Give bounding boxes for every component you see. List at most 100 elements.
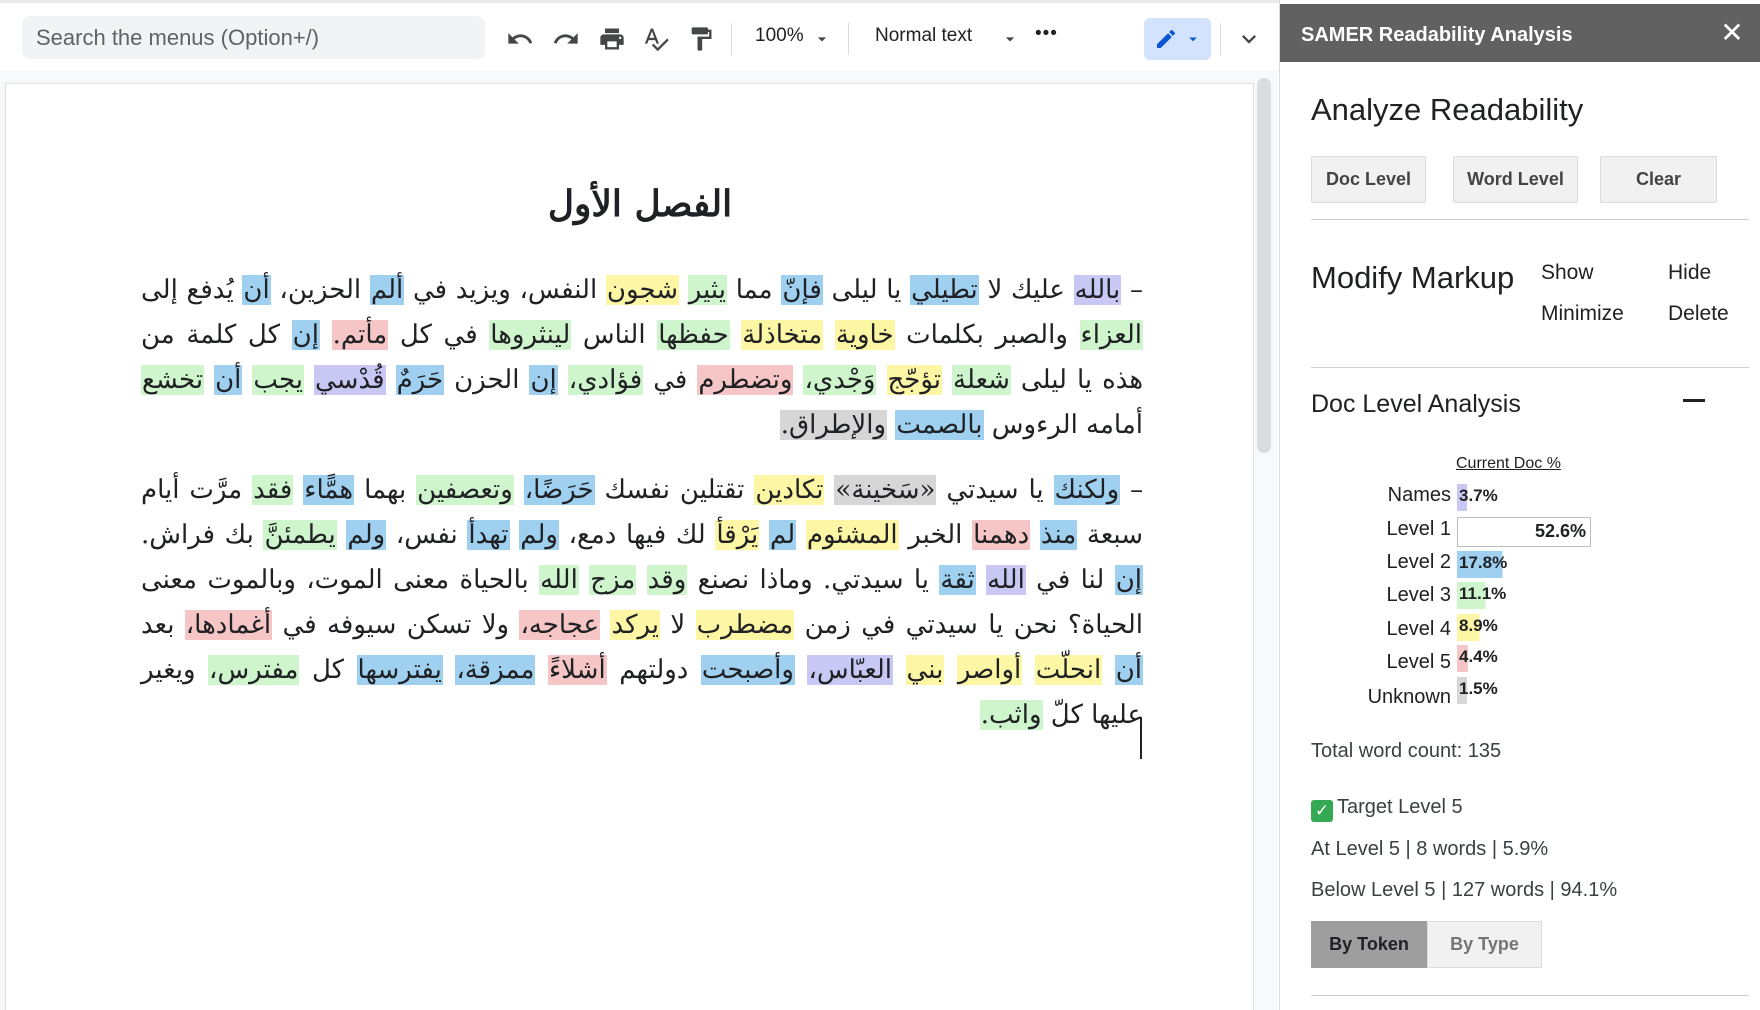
- highlighted-word-l2[interactable]: أن: [214, 365, 243, 395]
- redo-button[interactable]: [548, 21, 584, 57]
- highlighted-word-l3[interactable]: وَجْدي،: [803, 365, 877, 395]
- highlighted-word-l2[interactable]: منذ: [1039, 520, 1078, 550]
- highlighted-word-l5[interactable]: وتضطرم: [697, 365, 794, 395]
- highlighted-word-l3[interactable]: يجب: [252, 365, 304, 395]
- text-run: [730, 320, 742, 350]
- search-menus-input[interactable]: Search the menus (Option+/): [22, 16, 485, 59]
- highlighted-word-l3[interactable]: واثب.: [979, 700, 1043, 730]
- highlighted-word-l2[interactable]: أن: [1114, 655, 1144, 685]
- highlighted-word-l2[interactable]: حَرَمٌ: [395, 365, 445, 395]
- highlighted-word-names[interactable]: العبّاس،: [807, 655, 894, 685]
- highlighted-word-l2[interactable]: حَرَضًا،: [523, 475, 595, 505]
- document-paragraph[interactable]: – بالله عليك لا تطيلي يا ليلى فإنّ مما ي…: [141, 268, 1143, 448]
- highlighted-word-l3[interactable]: العزاء: [1079, 320, 1143, 350]
- highlighted-word-l3[interactable]: وتعصفين: [416, 475, 514, 505]
- highlighted-word-l2[interactable]: إن: [1114, 565, 1144, 595]
- highlighted-word-l2[interactable]: ألم: [369, 275, 405, 305]
- text-run: الخبر: [898, 520, 973, 550]
- highlighted-word-l5[interactable]: مأتم.: [331, 320, 389, 350]
- document-scrollbar[interactable]: [1257, 78, 1271, 453]
- hide-markup-link[interactable]: Hide: [1668, 261, 1711, 285]
- highlighted-word-l2[interactable]: بالصمت: [895, 410, 984, 440]
- text-run: [679, 275, 688, 305]
- zoom-select[interactable]: 100%: [755, 25, 804, 47]
- highlighted-word-l4[interactable]: بني: [905, 655, 945, 685]
- highlighted-word-l2[interactable]: تهدأ: [467, 520, 510, 550]
- highlighted-word-l3[interactable]: تخشع: [141, 365, 205, 395]
- highlighted-word-l4[interactable]: تؤجّج: [886, 365, 943, 395]
- highlighted-word-names[interactable]: بالله: [1073, 275, 1122, 305]
- highlighted-word-l4[interactable]: انحلّت: [1034, 655, 1103, 685]
- highlighted-word-l3[interactable]: لينثروها: [489, 320, 572, 350]
- style-dropdown[interactable]: [998, 21, 1022, 57]
- highlighted-word-l2[interactable]: ثقة: [939, 565, 976, 595]
- highlighted-word-l3[interactable]: وقد: [646, 565, 688, 595]
- highlighted-word-names[interactable]: الله: [986, 565, 1026, 595]
- highlighted-word-l3[interactable]: شعلة: [952, 365, 1011, 395]
- highlighted-word-l4[interactable]: شجون: [605, 275, 680, 305]
- highlighted-word-l4[interactable]: أواصر: [956, 655, 1023, 685]
- section-divider: [1311, 995, 1749, 996]
- show-markup-link[interactable]: Show: [1541, 261, 1594, 285]
- undo-button[interactable]: [502, 21, 538, 57]
- highlighted-word-l4[interactable]: المشئوم: [805, 520, 899, 550]
- delete-markup-link[interactable]: Delete: [1668, 302, 1729, 326]
- highlighted-word-l3[interactable]: فقد: [252, 475, 294, 505]
- highlighted-word-l2[interactable]: تطيلي: [910, 275, 979, 305]
- highlighted-word-l2[interactable]: إن: [529, 365, 558, 395]
- zoom-dropdown[interactable]: [810, 21, 834, 57]
- close-icon[interactable]: ✕: [1717, 18, 1747, 48]
- highlighted-word-l3[interactable]: مزج: [589, 565, 637, 595]
- highlighted-word-names[interactable]: قُدْسي: [314, 365, 386, 395]
- highlighted-word-l4[interactable]: يَرْقأ: [715, 520, 760, 550]
- highlighted-word-l5[interactable]: دهمنا: [972, 520, 1031, 550]
- collapse-menus-button[interactable]: [1231, 21, 1267, 57]
- highlighted-word-l3[interactable]: الله: [539, 565, 579, 595]
- spellcheck-button[interactable]: [638, 21, 674, 57]
- highlighted-word-l5[interactable]: عجاجه،: [519, 610, 601, 640]
- highlighted-word-l3[interactable]: يطمئنَّ: [263, 520, 337, 550]
- highlighted-word-l2[interactable]: فإنّ: [781, 275, 823, 305]
- highlighted-word-l2[interactable]: إن: [291, 320, 320, 350]
- highlighted-word-l2[interactable]: أن: [242, 275, 271, 305]
- document-paragraph[interactable]: – ولكنك يا سيدتي «سَخينة» تكادين تقتلين …: [141, 468, 1143, 738]
- text-run: بعد: [141, 610, 185, 640]
- highlighted-word-l3[interactable]: يثير: [687, 275, 728, 305]
- more-options-button[interactable]: •••: [1035, 23, 1058, 45]
- paint-format-button[interactable]: [683, 21, 719, 57]
- by-token-tab[interactable]: By Token: [1311, 921, 1427, 968]
- highlighted-word-l2[interactable]: ممزقة،: [455, 655, 536, 685]
- clear-button[interactable]: Clear: [1600, 156, 1717, 203]
- highlighted-word-l2[interactable]: يفترسها: [356, 655, 443, 685]
- highlighted-word-l2[interactable]: لم: [768, 520, 797, 550]
- highlighted-word-l4[interactable]: يركد: [610, 610, 661, 640]
- highlighted-word-l4[interactable]: متخاذلة: [741, 320, 824, 350]
- print-button[interactable]: [594, 21, 630, 57]
- document-heading[interactable]: الفصل الأول: [140, 183, 1140, 225]
- highlighted-word-l4[interactable]: تكادين: [754, 475, 825, 505]
- highlighted-word-l2[interactable]: ولكنك: [1053, 475, 1121, 505]
- highlighted-word-l3[interactable]: حفظها: [657, 320, 730, 350]
- doc-level-button[interactable]: Doc Level: [1311, 156, 1426, 203]
- collapse-icon[interactable]: [1683, 399, 1705, 402]
- highlighted-word-l2[interactable]: همًّاء: [303, 475, 355, 505]
- highlighted-word-l2[interactable]: ولم: [519, 520, 559, 550]
- level-1-bar: 52.6%: [1457, 517, 1591, 547]
- editing-mode-button[interactable]: [1144, 18, 1211, 60]
- minimize-markup-link[interactable]: Minimize: [1541, 302, 1624, 326]
- paragraph-style-select[interactable]: Normal text: [875, 25, 972, 47]
- highlighted-word-l2[interactable]: ولم: [346, 520, 387, 550]
- by-type-tab[interactable]: By Type: [1427, 921, 1542, 968]
- highlighted-word-l3[interactable]: فؤادي،: [567, 365, 644, 395]
- chevron-down-icon: [817, 37, 827, 42]
- highlighted-word-unk[interactable]: والإطراق.: [779, 410, 888, 440]
- highlighted-word-l2[interactable]: وأصبحت: [700, 655, 795, 685]
- word-level-button[interactable]: Word Level: [1453, 156, 1578, 203]
- highlighted-word-l3[interactable]: مفترس،: [208, 655, 300, 685]
- text-run: لا: [660, 610, 696, 640]
- highlighted-word-l5[interactable]: أغمادها،: [184, 610, 273, 640]
- highlighted-word-l4[interactable]: خاوية: [834, 320, 895, 350]
- highlighted-word-unk[interactable]: «سَخينة»: [834, 475, 937, 505]
- highlighted-word-l4[interactable]: مضطرب: [695, 610, 795, 640]
- highlighted-word-l5[interactable]: أشلاءً: [547, 655, 607, 685]
